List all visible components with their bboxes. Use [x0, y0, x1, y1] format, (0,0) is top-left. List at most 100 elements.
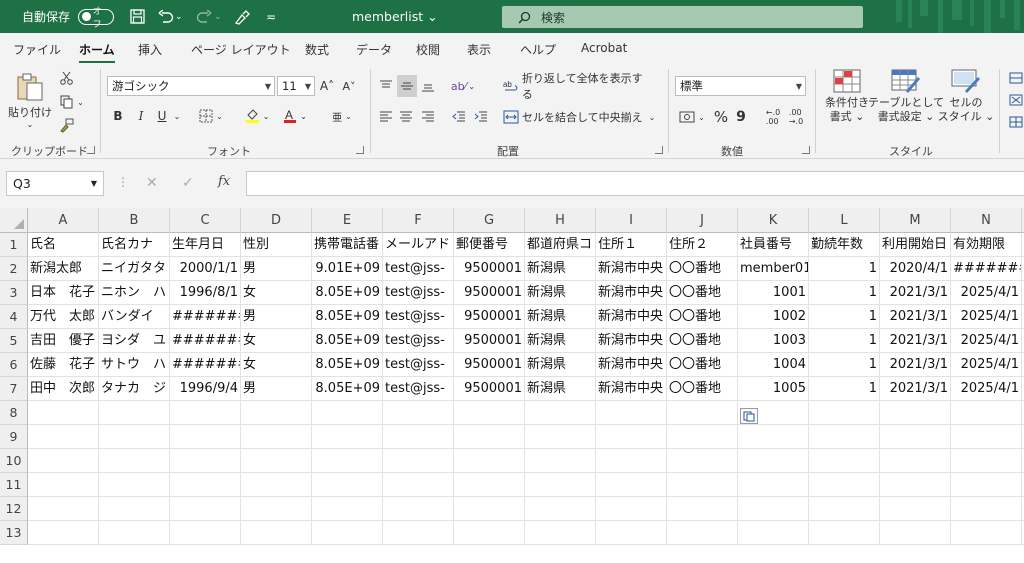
cell-b6[interactable]: サトウ ハ [99, 353, 170, 377]
cell-f5[interactable]: test@jss- [383, 329, 454, 353]
cell-k2[interactable]: member01 [738, 257, 809, 281]
cell-i11[interactable] [596, 473, 667, 497]
tab-data[interactable]: データ [356, 41, 392, 58]
cell-g3[interactable]: 9500001 [454, 281, 525, 305]
name-box[interactable]: Q3 ▼ [6, 171, 104, 196]
cell-j8[interactable] [667, 401, 738, 425]
cell-d13[interactable] [241, 521, 312, 545]
cell-h4[interactable]: 新潟県 [525, 305, 596, 329]
cell-c10[interactable] [170, 449, 241, 473]
merge-center-button[interactable]: セルを結合して中央揃え ⌄ [503, 107, 663, 127]
cell-g13[interactable] [454, 521, 525, 545]
cell-e13[interactable] [312, 521, 383, 545]
row-header-11[interactable]: 11 [0, 473, 28, 497]
cell-n6[interactable]: 2025/4/1 [951, 353, 1022, 377]
decrease-indent-icon[interactable] [450, 108, 468, 126]
cell-n7[interactable]: 2025/4/1 [951, 377, 1022, 401]
cell-d12[interactable] [241, 497, 312, 521]
column-header-g[interactable]: G [454, 208, 525, 233]
cell-c6[interactable]: ####### [170, 353, 241, 377]
align-bottom-icon[interactable] [419, 77, 437, 95]
cell-j7[interactable]: 〇〇番地 [667, 377, 738, 401]
cell-g10[interactable] [454, 449, 525, 473]
cell-c3[interactable]: 1996/8/1 [170, 281, 241, 305]
tab-view[interactable]: 表示 [467, 41, 491, 58]
cell-e12[interactable] [312, 497, 383, 521]
cell-b11[interactable] [99, 473, 170, 497]
cell-l3[interactable]: 1 [809, 281, 880, 305]
column-header-a[interactable]: A [28, 208, 99, 233]
column-header-b[interactable]: B [99, 208, 170, 233]
column-header-e[interactable]: E [312, 208, 383, 233]
save-icon[interactable] [127, 7, 147, 27]
cell-j5[interactable]: 〇〇番地 [667, 329, 738, 353]
cell-h10[interactable] [525, 449, 596, 473]
delete-cells-icon[interactable] [1008, 93, 1024, 107]
cell-c2[interactable]: 2000/1/1 [170, 257, 241, 281]
cell-i7[interactable]: 新潟市中央 [596, 377, 667, 401]
cell-h9[interactable] [525, 425, 596, 449]
cell-h7[interactable]: 新潟県 [525, 377, 596, 401]
cell-l5[interactable]: 1 [809, 329, 880, 353]
wrap-text-button[interactable]: ab 折り返して全体を表示する [503, 72, 653, 101]
cell-b5[interactable]: ヨシダ ユ [99, 329, 170, 353]
cell-f13[interactable] [383, 521, 454, 545]
cell-m8[interactable] [880, 401, 951, 425]
cell-c11[interactable] [170, 473, 241, 497]
cell-b4[interactable]: バンダイ [99, 305, 170, 329]
cell-k9[interactable] [738, 425, 809, 449]
tab-formulas[interactable]: 数式 [305, 41, 329, 58]
cell-d5[interactable]: 女 [241, 329, 312, 353]
cell-n9[interactable] [951, 425, 1022, 449]
cell-c4[interactable]: ####### [170, 305, 241, 329]
cell-m5[interactable]: 2021/3/1 [880, 329, 951, 353]
decrease-decimal-icon[interactable]: .00 →.0 [787, 108, 805, 126]
cell-f2[interactable]: test@jss- [383, 257, 454, 281]
cell-d3[interactable]: 女 [241, 281, 312, 305]
autosave-toggle[interactable]: オフ [78, 7, 114, 30]
cell-g6[interactable]: 9500001 [454, 353, 525, 377]
cell-a12[interactable] [28, 497, 99, 521]
cell-m4[interactable]: 2021/3/1 [880, 305, 951, 329]
paste-options-icon[interactable] [740, 408, 758, 424]
bold-button[interactable]: B [111, 107, 125, 125]
cell-f3[interactable]: test@jss- [383, 281, 454, 305]
cell-m6[interactable]: 2021/3/1 [880, 353, 951, 377]
row-header-9[interactable]: 9 [0, 425, 28, 449]
cell-l6[interactable]: 1 [809, 353, 880, 377]
cell-h12[interactable] [525, 497, 596, 521]
cell-i8[interactable] [596, 401, 667, 425]
font-launcher-icon[interactable] [356, 146, 364, 154]
cell-i4[interactable]: 新潟市中央 [596, 305, 667, 329]
format-as-table-button[interactable]: テーブルとして 書式設定 ⌄ [868, 69, 944, 139]
cell-m1[interactable]: 利用開始日 [880, 233, 951, 257]
cell-a1[interactable]: 氏名 [28, 233, 99, 257]
align-left-icon[interactable] [377, 108, 395, 126]
cell-n3[interactable]: 2025/4/1 [951, 281, 1022, 305]
format-painter-icon[interactable] [57, 116, 75, 134]
row-header-12[interactable]: 12 [0, 497, 28, 521]
cell-n8[interactable] [951, 401, 1022, 425]
cell-j6[interactable]: 〇〇番地 [667, 353, 738, 377]
cell-d8[interactable] [241, 401, 312, 425]
cell-g9[interactable] [454, 425, 525, 449]
cell-d7[interactable]: 男 [241, 377, 312, 401]
cell-f4[interactable]: test@jss- [383, 305, 454, 329]
cell-d6[interactable]: 女 [241, 353, 312, 377]
cell-g4[interactable]: 9500001 [454, 305, 525, 329]
cell-m12[interactable] [880, 497, 951, 521]
tab-acrobat[interactable]: Acrobat [581, 41, 627, 55]
phonetic-icon[interactable]: 亜 ⌄ [328, 107, 356, 125]
cell-h5[interactable]: 新潟県 [525, 329, 596, 353]
cell-e9[interactable] [312, 425, 383, 449]
cell-k11[interactable] [738, 473, 809, 497]
fill-color-icon[interactable]: ⌄ [242, 107, 272, 125]
font-name-select[interactable]: 游ゴシック ▼ [107, 76, 275, 96]
cell-h11[interactable] [525, 473, 596, 497]
cell-c7[interactable]: 1996/9/4 [170, 377, 241, 401]
cell-d4[interactable]: 男 [241, 305, 312, 329]
cell-n11[interactable] [951, 473, 1022, 497]
cell-k13[interactable] [738, 521, 809, 545]
cell-j13[interactable] [667, 521, 738, 545]
cell-h6[interactable]: 新潟県 [525, 353, 596, 377]
